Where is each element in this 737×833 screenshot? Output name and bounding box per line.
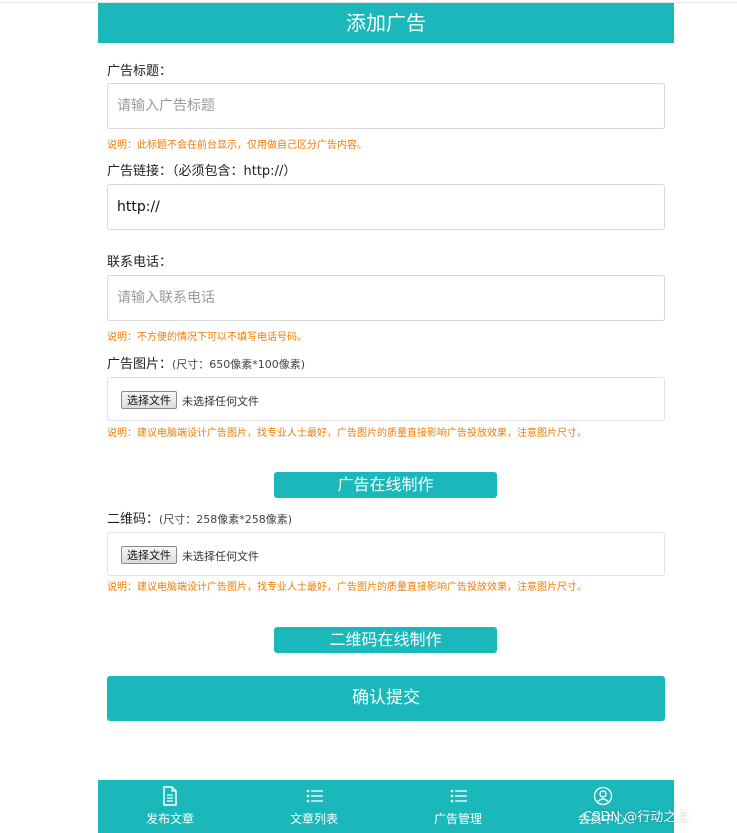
document-icon [163, 786, 177, 806]
list-icon [450, 789, 467, 803]
ad-online-design-button[interactable]: 广告在线制作 [274, 472, 497, 498]
phone-label: 联系电话： [107, 255, 173, 270]
qr-note: 说明：建议电脑端设计广告图片，找专业人士最好，广告图片的质量直接影响广告投放效果… [107, 582, 587, 593]
nav-label: 发布文章 [145, 812, 194, 826]
user-icon [593, 786, 613, 806]
ad-image-choose-file-button[interactable]: 选择文件 [121, 391, 177, 409]
phone-input[interactable]: 请输入联系电话 [107, 275, 665, 321]
page-header: 添加广告 [98, 3, 674, 43]
watermark: CSDN @行动之上 [583, 810, 690, 825]
qr-size-hint: (尺寸：258像素*258像素) [159, 513, 293, 526]
submit-button[interactable]: 确认提交 [107, 676, 665, 721]
list-icon [306, 789, 323, 803]
ad-link-label: 广告链接：（必须包含：http://） [107, 164, 297, 179]
ad-image-size-hint: (尺寸：650像素*100像素) [172, 358, 306, 371]
qr-online-design-button[interactable]: 二维码在线制作 [274, 627, 497, 653]
nav-label: 广告管理 [433, 812, 482, 826]
ad-image-file-field: 选择文件 未选择任何文件 [107, 377, 665, 421]
ad-title-label: 广告标题： [107, 64, 173, 79]
ad-title-note: 说明：此标题不会在前台显示，仅用做自己区分广告内容。 [107, 140, 367, 151]
nav-item-article-list[interactable]: 文章列表 [242, 780, 386, 833]
qr-label: 二维码：(尺寸：258像素*258像素) [107, 508, 292, 527]
ad-title-input[interactable]: 请输入广告标题 [107, 83, 665, 129]
phone-note: 说明：不方便的情况下可以不填写电话号码。 [107, 332, 307, 343]
nav-label: 文章列表 [289, 812, 338, 826]
nav-item-publish-article[interactable]: 发布文章 [98, 780, 242, 833]
ad-image-file-status: 未选择任何文件 [182, 395, 259, 408]
page-title: 添加广告 [346, 11, 426, 35]
nav-item-ad-management[interactable]: 广告管理 [386, 780, 530, 833]
ad-image-label-text: 广告图片： [107, 357, 173, 372]
ad-image-label: 广告图片：(尺寸：650像素*100像素) [107, 353, 305, 372]
qr-label-text: 二维码： [107, 512, 160, 527]
ad-link-input[interactable]: http:// [107, 184, 665, 230]
qr-file-field: 选择文件 未选择任何文件 [107, 532, 665, 576]
ad-image-note: 说明：建议电脑端设计广告图片，找专业人士最好，广告图片的质量直接影响广告投放效果… [107, 428, 587, 439]
qr-choose-file-button[interactable]: 选择文件 [121, 546, 177, 564]
qr-file-status: 未选择任何文件 [182, 550, 259, 563]
